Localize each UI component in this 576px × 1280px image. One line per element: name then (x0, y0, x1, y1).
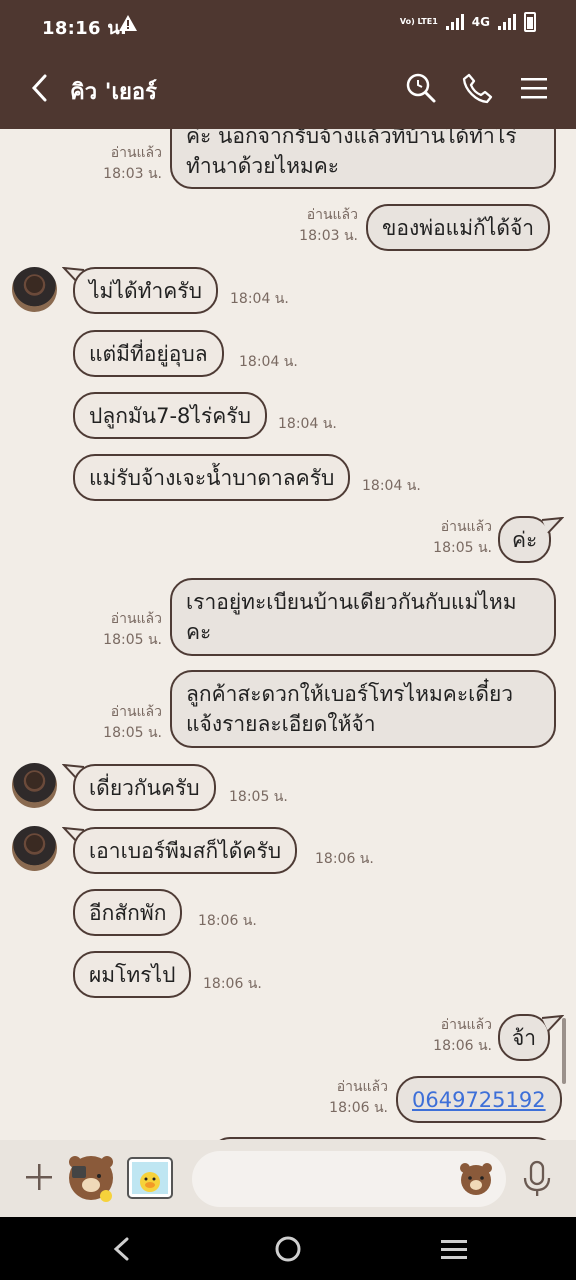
nav-back-icon[interactable] (104, 1231, 140, 1267)
message-meta: อ่านแล้ว 18:06 น. (326, 1077, 388, 1119)
battery-icon (524, 12, 536, 32)
warning-icon (119, 15, 137, 31)
message-bubble[interactable]: แต่มีที่อยู่อุบล (73, 330, 224, 377)
message-bubble[interactable]: ผมโทรไป (73, 951, 192, 998)
sticker-sally-icon[interactable] (126, 1154, 174, 1202)
message-time: 18:06 น. (203, 976, 262, 992)
system-nav-bar (0, 1217, 576, 1280)
mic-icon[interactable] (522, 1160, 552, 1198)
message-time: 18:05 น. (103, 632, 162, 648)
search-icon[interactable] (405, 72, 437, 104)
message-bubble[interactable]: ของพ่อแม่ก้ได้จ้า (366, 204, 551, 251)
message-meta: อ่านแล้ว 18:05 น. (430, 517, 492, 559)
message-text: จ้า (512, 1026, 537, 1050)
chat-scrollbar[interactable] (562, 1018, 566, 1084)
message-bubble[interactable]: ไม่ได้ทำครับ (73, 267, 218, 314)
message-meta: อ่านแล้ว 18:03 น. (294, 205, 358, 247)
message-text: แต่มีที่อยู่อุบล (89, 342, 208, 366)
message-time: 18:04 น. (362, 478, 421, 494)
message-text-line: ค่ะ นอกจากรับจ้างแล้วที่บ้านได้ทำไร่ (186, 129, 517, 148)
message-bubble[interactable]: ค่ะ นอกจากรับจ้างแล้วที่บ้านได้ทำไร่ ทำน… (170, 129, 556, 189)
back-arrow-icon[interactable] (26, 70, 54, 106)
message-input-field[interactable] (192, 1151, 506, 1207)
message-text-line: ลูกค้าสะดวกให้เบอร์โทรไหมคะเดี๋ยว (186, 682, 514, 706)
message-bubble[interactable]: แม่รับจ้างเจะน้ำบาดาลครับ (73, 454, 351, 501)
message-time: 18:05 น. (433, 540, 492, 556)
avatar[interactable] (12, 826, 57, 871)
nav-recents-icon[interactable] (436, 1231, 472, 1267)
phone-number-link[interactable]: 0649725192 (412, 1088, 546, 1112)
message-time: 18:05 น. (229, 789, 288, 805)
message-bubble[interactable]: ลูกค้าสะดวกให้เบอร์โทรไหมคะเดี๋ยว แจ้งรา… (170, 670, 556, 748)
avatar[interactable] (12, 763, 57, 808)
signal-icon-2 (498, 14, 516, 30)
read-receipt: อ่านแล้ว (110, 611, 162, 627)
message-time: 18:04 น. (239, 354, 298, 370)
read-receipt: อ่านแล้ว (110, 145, 162, 161)
message-bubble[interactable]: เราอยู่ทะเบียนบ้านเดียวกันกับแม่ไหม คะ (170, 578, 556, 656)
signal-icon (445, 14, 464, 30)
message-time: 18:06 น. (198, 913, 257, 929)
read-receipt: อ่านแล้ว (440, 519, 492, 535)
message-meta: อ่านแล้ว 18:05 น. (100, 702, 162, 744)
status-indicators: Vo) LTE1 4G (400, 12, 536, 32)
message-bubble[interactable]: ปลูกมัน7-8ไร่ครับ (73, 392, 267, 439)
message-input-bar (0, 1140, 576, 1217)
message-text: เดี่ยวกันครับ (89, 776, 200, 800)
nav-home-icon[interactable] (270, 1231, 306, 1267)
message-meta: อ่านแล้ว 18:06 น. (430, 1015, 492, 1057)
read-receipt: อ่านแล้ว (440, 1017, 492, 1033)
avatar[interactable] (12, 267, 57, 312)
read-receipt: อ่านแล้ว (110, 704, 162, 720)
message-time: 18:06 น. (433, 1038, 492, 1054)
message-bubble[interactable]: อีกสักพัก (73, 889, 183, 936)
phone-icon[interactable] (461, 72, 493, 104)
emoji-brown-icon[interactable] (458, 1161, 494, 1197)
status-bar: 18:16 น. Vo) LTE1 4G (0, 0, 576, 48)
menu-icon[interactable] (518, 72, 550, 104)
message-text: แม่รับจ้างเจะน้ำบาดาลครับ (89, 466, 335, 490)
message-input[interactable] (192, 1151, 432, 1207)
message-time: 18:03 น. (299, 228, 358, 244)
message-time: 18:04 น. (278, 416, 337, 432)
read-receipt: อ่านแล้ว (336, 1079, 388, 1095)
chat-title: คิว 'เยอร์ (70, 80, 157, 105)
plus-icon[interactable] (24, 1162, 54, 1192)
message-time: 18:04 น. (230, 291, 289, 307)
message-bubble[interactable]: เอาเบอร์พีมสก็ได้ครับ (73, 827, 298, 874)
chat-header: คิว 'เยอร์ (0, 48, 576, 129)
bubble-tail (542, 1015, 564, 1032)
message-time: 18:06 น. (329, 1100, 388, 1116)
bubble-tail (542, 517, 564, 534)
message-time: 18:06 น. (315, 851, 374, 867)
chat-messages[interactable]: อ่านแล้ว 18:03 น. ค่ะ นอกจากรับจ้างแล้วท… (0, 129, 576, 1140)
read-receipt: อ่านแล้ว (306, 207, 358, 223)
volte-indicator: Vo) LTE1 (399, 17, 438, 26)
message-text: อีกสักพัก (89, 901, 167, 925)
message-bubble[interactable]: 0649725192 (396, 1076, 562, 1123)
message-text-line: แจ้งรายละเอียดให้จ้า (186, 712, 376, 736)
message-meta: อ่านแล้ว 18:03 น. (100, 143, 162, 185)
network-type: 4G (471, 15, 490, 29)
message-text: ของพ่อแม่ก้ได้จ้า (382, 216, 535, 240)
message-meta: อ่านแล้ว 18:05 น. (100, 609, 162, 651)
message-bubble[interactable]: เดี่ยวกันครับ (73, 764, 216, 811)
message-text: เอาเบอร์พีมสก็ได้ครับ (89, 839, 282, 863)
sticker-brown-icon[interactable] (66, 1152, 116, 1204)
message-time: 18:03 น. (103, 166, 162, 182)
message-text-line: เราอยู่ทะเบียนบ้านเดียวกันกับแม่ไหม (186, 590, 517, 614)
message-text-line: ทำนาด้วยไหมคะ (186, 154, 340, 178)
message-text-line: คะ (186, 620, 212, 644)
message-text: ผมโทรไป (89, 963, 176, 987)
message-text: ปลูกมัน7-8ไร่ครับ (89, 404, 251, 428)
message-text: ไม่ได้ทำครับ (89, 279, 202, 303)
message-time: 18:05 น. (103, 725, 162, 741)
message-text: ค่ะ (512, 528, 538, 552)
status-time: 18:16 น. (42, 18, 128, 39)
